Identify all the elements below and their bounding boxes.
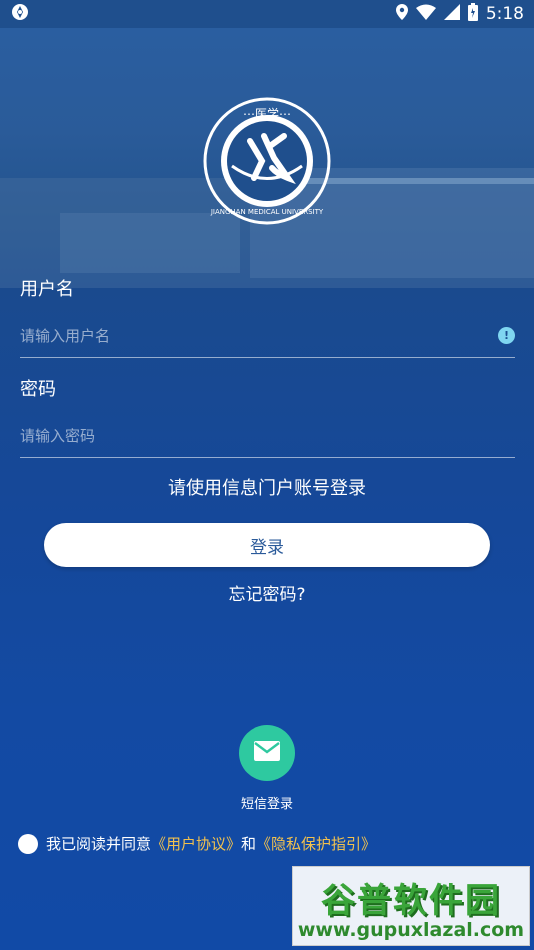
svg-text:JIANGHAN MEDICAL UNIVERSITY: JIANGHAN MEDICAL UNIVERSITY [210,208,324,216]
site-watermark: 谷普软件园 www.gupuxlazal.com [292,866,530,946]
svg-text:⋯医学⋯: ⋯医学⋯ [243,106,291,121]
password-input[interactable] [20,414,515,457]
battery-icon [467,2,478,26]
password-label: 密码 [20,379,56,400]
user-agreement-link[interactable]: 《用户协议》 [151,833,241,854]
info-icon[interactable]: ! [498,327,515,344]
status-bar: 5:18 [0,0,534,28]
sms-login-button[interactable] [239,725,295,781]
sms-login-label[interactable]: 短信登录 [0,793,534,812]
agreement-and: 和 [241,835,257,853]
status-time: 5:18 [485,4,524,24]
app-notification-icon [10,2,30,26]
agreement-radio[interactable] [18,833,38,854]
forgot-password-link[interactable]: 忘记密码? [0,580,534,605]
username-field-row: ! [20,314,515,358]
agreement-row: 我已阅读并同意 《用户协议》 和 《隐私保护指引》 [18,833,376,854]
signal-icon [443,3,460,25]
watermark-title: 谷普软件园 [321,881,501,921]
password-field-row [20,414,515,458]
mail-icon [254,741,280,765]
login-hint: 请使用信息门户账号登录 [168,478,366,499]
watermark-url: www.gupuxlazal.com [297,919,525,941]
privacy-policy-link[interactable]: 《隐私保护指引》 [256,833,376,854]
username-label: 用户名 [20,279,74,300]
location-icon [395,3,408,25]
username-input[interactable] [20,314,515,357]
agreement-prefix: 我已阅读并同意 [46,835,152,853]
wifi-icon [415,4,436,25]
university-logo: ⋯医学⋯ JIANGHAN MEDICAL UNIVERSITY [202,96,332,226]
login-button[interactable]: 登录 [44,523,490,567]
